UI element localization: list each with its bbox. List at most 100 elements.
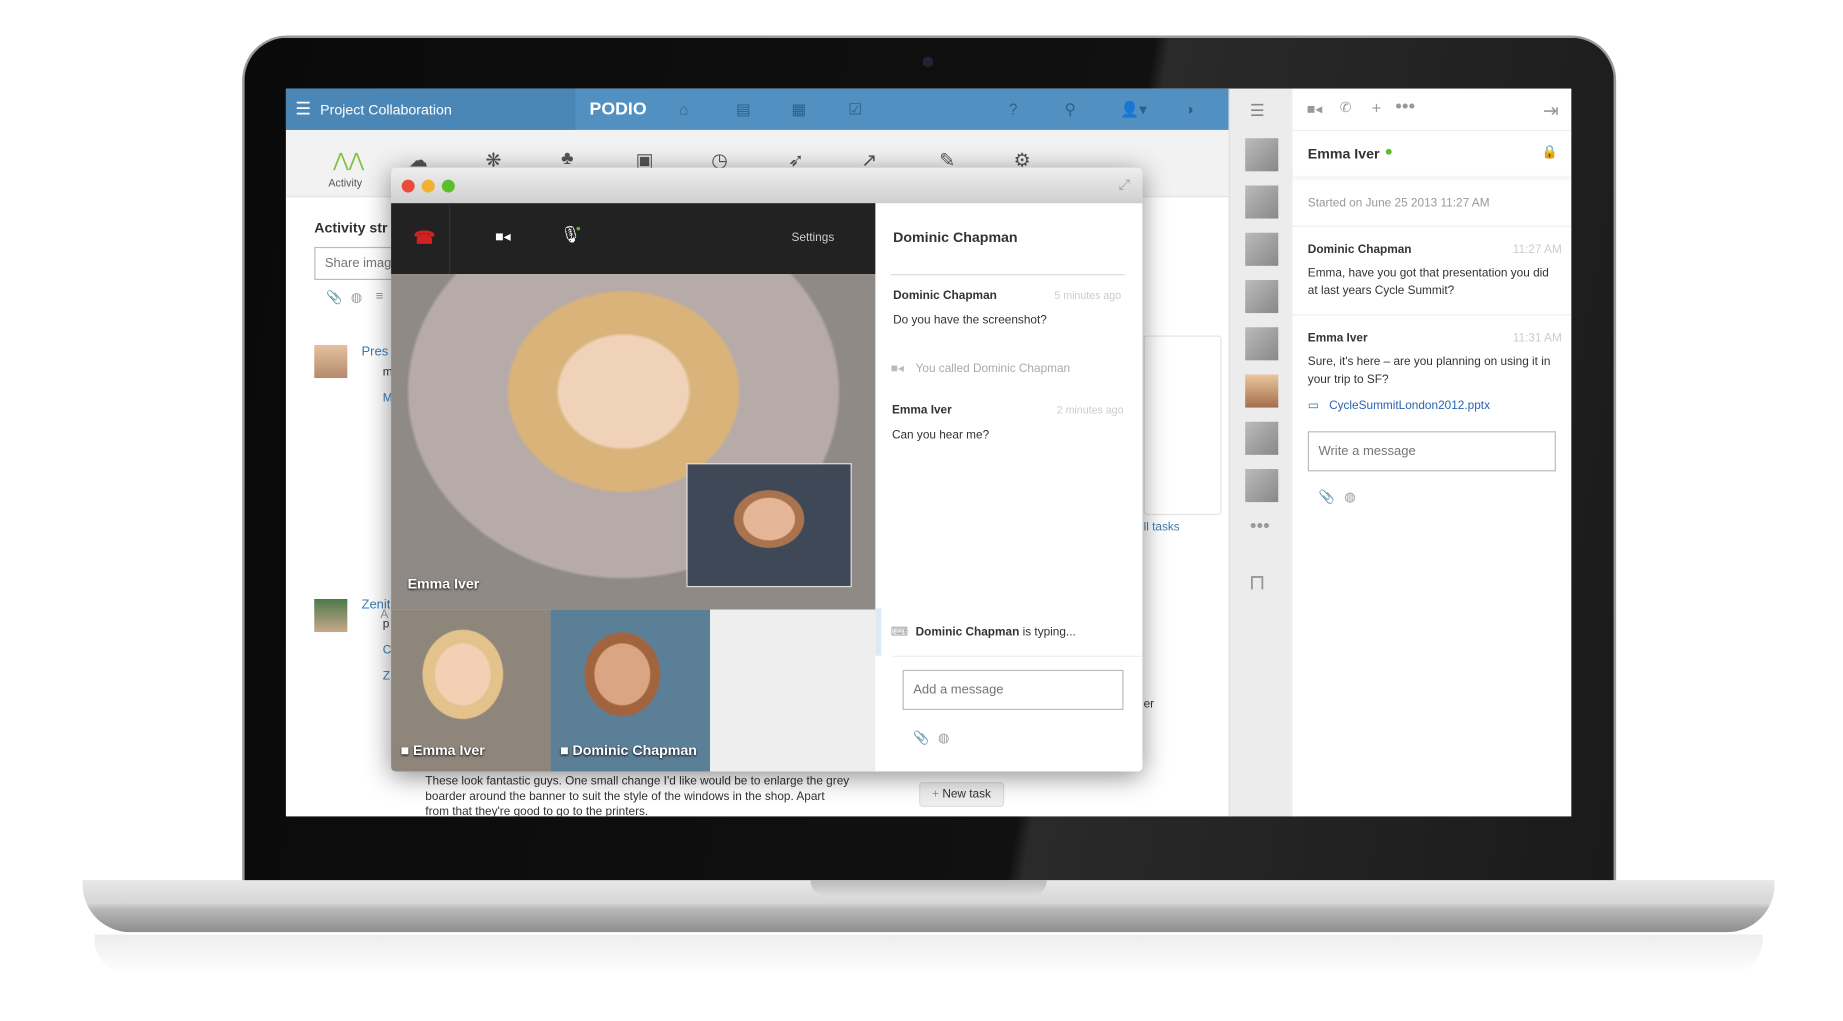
typing-status: is typing... xyxy=(1022,626,1076,640)
contact-avatar[interactable] xyxy=(1245,138,1279,172)
message-time: 11:27 AM xyxy=(1512,243,1562,257)
contact-avatar[interactable] xyxy=(1245,232,1279,266)
popout-icon[interactable]: ⇥ xyxy=(1543,99,1559,123)
avatar xyxy=(314,598,348,633)
message-time: 2 minutes ago xyxy=(1056,404,1124,416)
message-author: Emma Iver xyxy=(1307,331,1368,345)
help-icon[interactable]: ? xyxy=(1009,100,1018,118)
window-titlebar: ⤢ xyxy=(391,167,1143,205)
call-chat-panel: Dominic Chapman Dominic Chapman 5 minute… xyxy=(875,203,1143,772)
minimize-button[interactable] xyxy=(421,179,435,193)
contact-avatar[interactable] xyxy=(1245,421,1279,455)
tab-activity[interactable]: Activity xyxy=(328,177,362,189)
add-message-input[interactable] xyxy=(902,669,1124,711)
item-title[interactable]: Pres xyxy=(362,345,389,359)
comment-text: These look fantastic guys. One small cha… xyxy=(425,774,850,817)
contact-avatar[interactable] xyxy=(1245,279,1279,314)
message-text: Sure, it's here – are you planning on us… xyxy=(1307,355,1551,387)
menu-icon[interactable]: ☰ xyxy=(295,98,311,119)
globe-icon[interactable]: ◍ xyxy=(938,730,949,745)
write-message-input[interactable] xyxy=(1307,431,1556,472)
contacts-icon[interactable]: ▤ xyxy=(736,100,751,119)
phone-icon[interactable]: ✆ xyxy=(1340,99,1352,116)
message-text: Emma, have you got that presentation you… xyxy=(1307,266,1549,298)
members-card xyxy=(1143,335,1222,516)
new-task-button[interactable]: + New task xyxy=(919,782,1004,807)
contact-avatar-active[interactable] xyxy=(1245,374,1279,408)
attach-icon[interactable]: 📎 xyxy=(913,730,929,745)
avatar xyxy=(314,344,348,379)
video-call-window: ⤢ ☎ ■◂ 🎙 Settings Emma Iver ■ Emma Iver … xyxy=(391,167,1143,772)
chat-started: Started on June 25 2013 11:27 AM xyxy=(1307,197,1490,211)
plus-icon: + xyxy=(932,787,943,801)
settings-button[interactable]: Settings xyxy=(792,232,835,245)
user-icon[interactable]: 👤▾ xyxy=(1120,100,1147,119)
empty-slot xyxy=(710,609,876,772)
contact-avatar[interactable] xyxy=(1245,327,1279,361)
workspace-title[interactable]: Project Collaboration xyxy=(320,102,452,119)
thumbnail-name: Emma Iver xyxy=(413,741,485,759)
add-icon[interactable]: + xyxy=(1372,98,1382,117)
search-icon[interactable]: ⚲ xyxy=(1064,100,1075,119)
message-text: Do you have the screenshot? xyxy=(893,314,1047,328)
fullscreen-icon[interactable]: ⤢ xyxy=(1119,176,1130,194)
self-video-preview[interactable] xyxy=(686,463,852,588)
tasks-icon[interactable]: ☑ xyxy=(848,100,862,119)
call-controls: ☎ ■◂ 🎙 Settings xyxy=(391,203,876,275)
message-author: Dominic Chapman xyxy=(893,289,997,303)
contacts-sidebar: ☰ ••• ⊓ xyxy=(1228,88,1295,817)
message-text: Can you hear me? xyxy=(891,428,990,442)
mic-active-indicator xyxy=(576,226,581,231)
globe-icon[interactable]: ◍ xyxy=(1344,489,1355,504)
more-icon[interactable]: ••• xyxy=(1395,97,1415,118)
podio-logo[interactable]: PODIO xyxy=(590,99,647,119)
contacts-list-icon[interactable]: ☰ xyxy=(1250,100,1265,120)
video-call-icon[interactable]: ■◂ xyxy=(1307,100,1323,117)
video-participant-name: Emma Iver xyxy=(407,575,480,592)
item-file[interactable]: Z xyxy=(383,670,390,683)
home-icon[interactable]: ⌂ xyxy=(679,100,688,118)
video-call-icon: ■◂ xyxy=(890,362,904,376)
participant-thumbnail[interactable]: ■ Emma Iver xyxy=(391,609,551,772)
item-title[interactable]: Zenit xyxy=(362,598,391,612)
chat-contact-name: Emma Iver xyxy=(1307,145,1380,162)
online-indicator xyxy=(1385,148,1392,155)
feed-icon[interactable]: ◗ xyxy=(1186,100,1195,118)
typing-name: Dominic Chapman xyxy=(915,626,1020,640)
activity-icon[interactable]: ⋀⋀ xyxy=(333,149,364,173)
more-icon[interactable]: ••• xyxy=(1250,516,1270,537)
attachment-link[interactable]: CycleSummitLondon2012.pptx xyxy=(1329,399,1490,412)
activity-title: Activity str xyxy=(314,219,388,237)
chat-pane: ■◂ ✆ + ••• ⇥ Emma Iver 🔒 Started on June… xyxy=(1292,88,1572,817)
close-button[interactable] xyxy=(401,179,415,193)
chat-toolbar: ■◂ ✆ + ••• ⇥ xyxy=(1292,89,1572,132)
partial-text: er xyxy=(1143,698,1155,712)
lock-icon: 🔒 xyxy=(1541,145,1558,160)
video-icon: ■ xyxy=(559,741,573,759)
hangup-button[interactable]: ☎ xyxy=(413,227,435,248)
format-icon[interactable]: ≡ xyxy=(376,289,384,303)
globe-icon[interactable]: ◍ xyxy=(351,289,362,305)
call-event: You called Dominic Chapman xyxy=(915,362,1071,376)
camera-toggle-icon[interactable]: ■◂ xyxy=(495,228,511,245)
participant-thumbnail[interactable]: ■ Dominic Chapman xyxy=(550,609,711,772)
all-tasks-link[interactable]: ll tasks xyxy=(1144,521,1180,534)
calendar-icon[interactable]: ▦ xyxy=(792,100,807,119)
inbox-icon[interactable]: ⊓ xyxy=(1249,571,1266,596)
thumbnail-name: Dominic Chapman xyxy=(572,741,697,759)
message-author: Emma Iver xyxy=(891,404,952,418)
item-sub: p xyxy=(382,617,390,631)
attach-icon[interactable]: 📎 xyxy=(1318,489,1334,504)
zoom-button[interactable] xyxy=(441,179,455,193)
message-time: 5 minutes ago xyxy=(1054,289,1122,302)
item-file[interactable]: C xyxy=(383,644,392,657)
laptop-notch xyxy=(810,880,1047,897)
message-time: 11:31 AM xyxy=(1512,331,1562,345)
contact-avatar[interactable] xyxy=(1245,185,1279,219)
keyboard-icon: ⌨ xyxy=(890,626,908,640)
contact-avatar[interactable] xyxy=(1245,469,1279,503)
webcam xyxy=(922,56,934,68)
top-bar: ☰ Project Collaboration PODIO ⌂ ▤ ▦ ☑ ? … xyxy=(285,88,1229,130)
new-task-label: New task xyxy=(942,787,991,801)
attach-icon[interactable]: 📎 xyxy=(326,289,342,305)
